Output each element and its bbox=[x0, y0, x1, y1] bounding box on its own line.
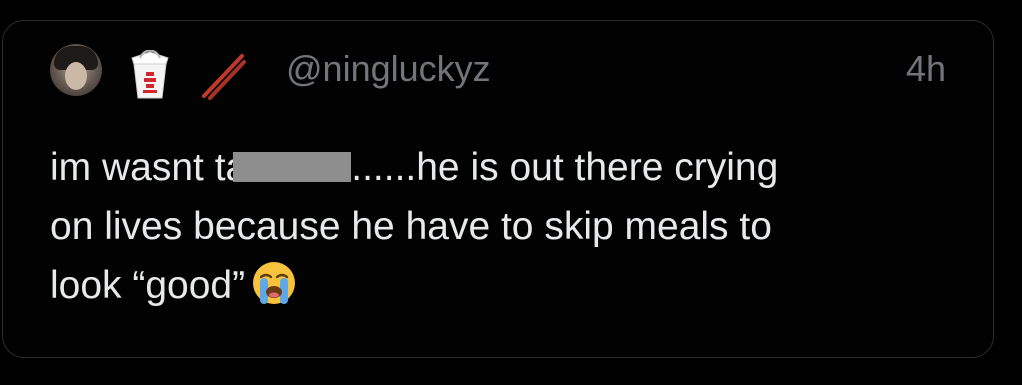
tweet-header: @ningluckyz 4h bbox=[48, 40, 946, 100]
loudly-crying-face-icon bbox=[253, 262, 296, 304]
tweet-text-segment: look “good” bbox=[50, 264, 246, 307]
takeout-box-icon bbox=[131, 50, 169, 99]
tweet-text: im wasnt ta ......he is out there crying … bbox=[50, 138, 950, 315]
avatar[interactable] bbox=[50, 44, 102, 96]
username-link[interactable]: @ningluckyz bbox=[286, 48, 491, 90]
tweet-line-2: on lives because he have to skip meals t… bbox=[50, 205, 772, 248]
tweet-line-1: im wasnt ta ......he is out there crying bbox=[50, 138, 950, 197]
redaction-block bbox=[233, 152, 352, 182]
tweet-line-3: look “good” bbox=[50, 256, 950, 315]
timestamp[interactable]: 4h bbox=[906, 48, 946, 90]
chopsticks-icon bbox=[202, 54, 246, 100]
tweet-text-segment: im wasnt ta bbox=[50, 146, 248, 189]
tweet-text-segment: ......he is out there crying bbox=[351, 146, 779, 189]
